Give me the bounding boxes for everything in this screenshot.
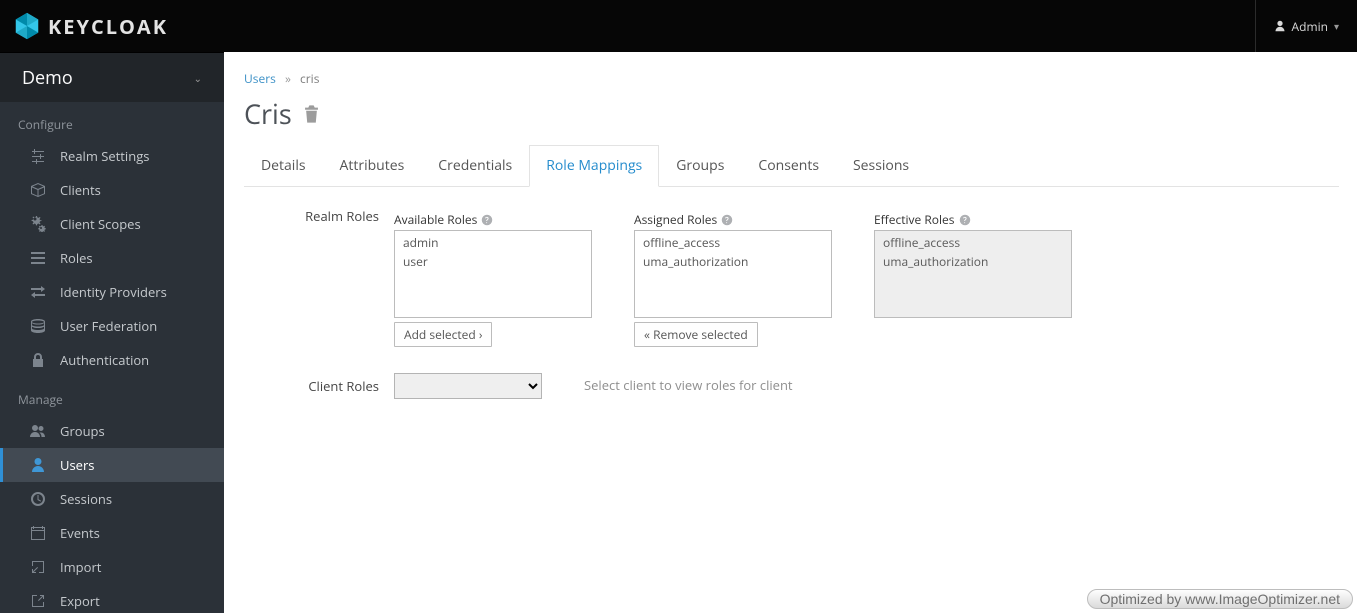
nav-label: Events (60, 524, 100, 542)
tab-details[interactable]: Details (244, 145, 323, 187)
client-roles-select[interactable] (394, 373, 542, 399)
breadcrumb-current: cris (300, 70, 319, 87)
help-icon[interactable] (959, 214, 971, 226)
sidebar-item-realm-settings[interactable]: Realm Settings (0, 139, 224, 173)
tab-role-mappings[interactable]: Role Mappings (529, 145, 659, 187)
available-roles-list[interactable]: adminuser (394, 230, 592, 318)
nav-label: Users (60, 456, 94, 474)
database-icon (30, 318, 46, 334)
assigned-roles-label: Assigned Roles (634, 211, 717, 228)
realm-selector[interactable]: Demo ⌄ (0, 52, 224, 102)
sidebar-item-groups[interactable]: Groups (0, 414, 224, 448)
role-option[interactable]: offline_access (635, 233, 831, 252)
sidebar-item-events[interactable]: Events (0, 516, 224, 550)
client-roles-hint: Select client to view roles for client (542, 373, 793, 399)
sidebar-item-sessions[interactable]: Sessions (0, 482, 224, 516)
sidebar-item-roles[interactable]: Roles (0, 241, 224, 275)
exchange-icon (30, 284, 46, 300)
role-option[interactable]: admin (395, 233, 591, 252)
sidebar: Demo ⌄ Configure Realm Settings Clients Cl… (0, 52, 224, 613)
nav-label: Sessions (60, 490, 112, 508)
watermark: Optimized by www.ImageOptimizer.net (1087, 589, 1353, 609)
logo-icon (12, 11, 42, 41)
breadcrumb-sep: » (285, 70, 291, 87)
add-selected-button[interactable]: Add selected › (394, 322, 492, 347)
effective-roles-list: offline_accessuma_authorization (874, 230, 1072, 318)
nav-label: Roles (60, 249, 93, 267)
user-label: Admin (1292, 18, 1328, 35)
section-heading-manage: Manage (0, 377, 224, 414)
realm-name: Demo (22, 66, 73, 90)
sidebar-item-users[interactable]: Users (0, 448, 224, 482)
tab-groups[interactable]: Groups (659, 145, 741, 187)
users-icon (30, 423, 46, 439)
tab-consents[interactable]: Consents (741, 145, 836, 187)
realm-roles-label: Realm Roles (244, 207, 394, 225)
delete-icon[interactable] (304, 105, 319, 123)
user-icon (30, 457, 46, 473)
role-option[interactable]: uma_authorization (635, 252, 831, 271)
section-heading-configure: Configure (0, 102, 224, 139)
nav-label: Groups (60, 422, 105, 440)
cube-icon (30, 182, 46, 198)
tab-sessions[interactable]: Sessions (836, 145, 926, 187)
user-icon (1274, 20, 1286, 32)
clock-icon (30, 491, 46, 507)
nav-label: User Federation (60, 317, 157, 335)
sidebar-item-clients[interactable]: Clients (0, 173, 224, 207)
nav-label: Realm Settings (60, 147, 149, 165)
nav-label: Client Scopes (60, 215, 141, 233)
breadcrumb-parent[interactable]: Users (244, 70, 276, 87)
page-title: Cris (244, 95, 292, 132)
help-icon[interactable] (721, 214, 733, 226)
available-roles-label: Available Roles (394, 211, 477, 228)
role-option[interactable]: uma_authorization (875, 252, 1071, 271)
import-icon (30, 559, 46, 575)
chevron-down-icon: ▾ (1334, 19, 1339, 33)
nav-label: Export (60, 592, 100, 610)
nav-label: Import (60, 558, 101, 576)
breadcrumb: Users » cris (244, 70, 1339, 87)
logo-text: KEYCLOAK (48, 13, 168, 40)
logo[interactable]: KEYCLOAK (0, 11, 168, 41)
sidebar-item-identity-providers[interactable]: Identity Providers (0, 275, 224, 309)
tab-attributes[interactable]: Attributes (323, 145, 422, 187)
nav-label: Identity Providers (60, 283, 167, 301)
client-roles-label: Client Roles (244, 373, 394, 399)
help-icon[interactable] (481, 214, 493, 226)
chevron-down-icon: ⌄ (194, 71, 202, 85)
tab-credentials[interactable]: Credentials (421, 145, 529, 187)
role-option[interactable]: offline_access (875, 233, 1071, 252)
sidebar-item-client-scopes[interactable]: Client Scopes (0, 207, 224, 241)
sliders-icon (30, 148, 46, 164)
assigned-roles-list[interactable]: offline_accessuma_authorization (634, 230, 832, 318)
calendar-icon (30, 525, 46, 541)
sidebar-item-user-federation[interactable]: User Federation (0, 309, 224, 343)
sidebar-item-import[interactable]: Import (0, 550, 224, 584)
sidebar-item-export[interactable]: Export (0, 584, 224, 613)
nav-label: Clients (60, 181, 101, 199)
user-menu[interactable]: Admin ▾ (1255, 0, 1357, 52)
tabs: DetailsAttributesCredentialsRole Mapping… (244, 144, 1339, 187)
lock-icon (30, 352, 46, 368)
gears-icon (30, 216, 46, 232)
role-option[interactable]: user (395, 252, 591, 271)
export-icon (30, 593, 46, 609)
nav-label: Authentication (60, 351, 149, 369)
sidebar-item-authentication[interactable]: Authentication (0, 343, 224, 377)
remove-selected-button[interactable]: « Remove selected (634, 322, 758, 347)
list-icon (30, 250, 46, 266)
effective-roles-label: Effective Roles (874, 211, 955, 228)
